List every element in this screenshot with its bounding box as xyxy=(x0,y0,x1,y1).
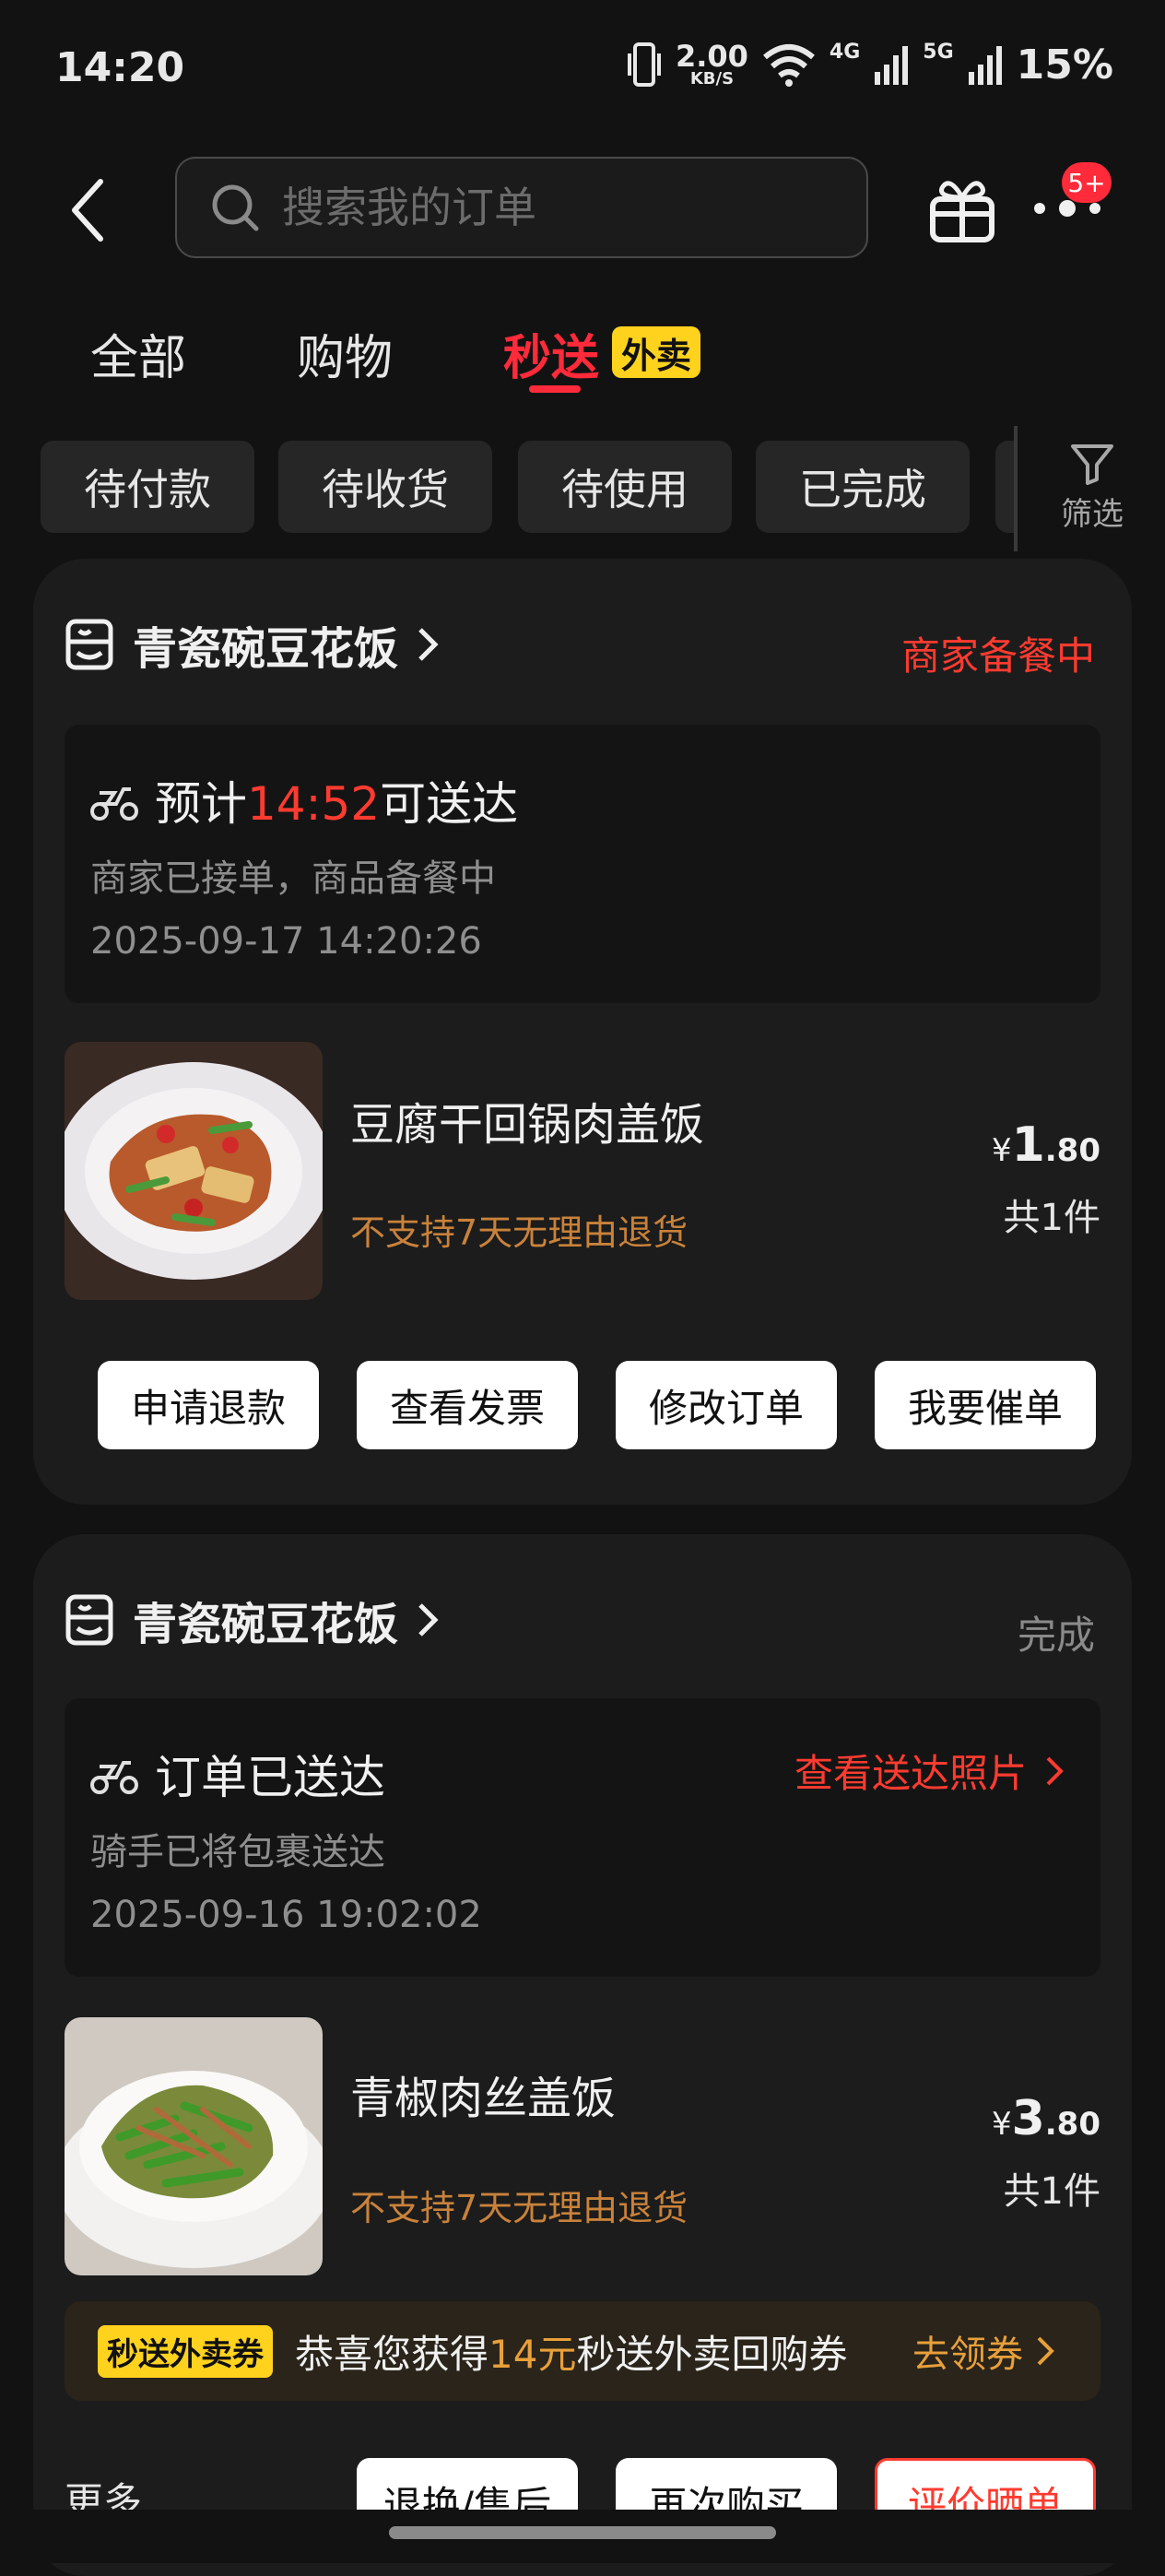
shop-link[interactable]: 青瓷碗豆花饭 xyxy=(65,612,439,677)
claim-coupon-label: 去领券 xyxy=(912,2334,1023,2376)
search-icon xyxy=(212,184,259,231)
tab-shopping[interactable]: 购物 xyxy=(297,319,393,388)
shop-icon xyxy=(65,619,113,670)
modify-order-button[interactable]: 修改订单 xyxy=(616,1361,837,1449)
eta-time: 14:52 xyxy=(247,777,381,831)
filter-pending-use[interactable]: 待使用 xyxy=(518,441,732,533)
chevron-right-icon xyxy=(418,628,439,661)
status-time: 14:20 xyxy=(55,44,185,91)
coupon-banner[interactable]: 秒送外卖券 恭喜您获得14元秒送外卖回购券 去领券 xyxy=(65,2301,1100,2401)
urge-order-button[interactable]: 我要催单 xyxy=(875,1361,1096,1449)
filter-pending-receipt[interactable]: 待收货 xyxy=(278,441,492,533)
view-delivery-photo-link[interactable]: 查看送达照片 xyxy=(794,1743,1064,1799)
shop-name: 青瓷碗豆花饭 xyxy=(133,1599,399,1650)
delivered-text: 订单已送达 xyxy=(155,1751,385,1804)
claim-coupon-button[interactable]: 去领券 xyxy=(912,2324,1054,2378)
chevron-right-icon xyxy=(418,1603,439,1637)
search-input[interactable] xyxy=(280,182,800,233)
delivery-substatus: 商家已接单，商品备餐中 xyxy=(90,857,496,900)
price-integer: 3 xyxy=(1011,2091,1045,2146)
product-price: ¥1.80 xyxy=(992,1117,1100,1173)
status-icons: 2.00 KB/S 4G 5G 15% xyxy=(626,41,1113,89)
currency-symbol: ¥ xyxy=(991,2106,1012,2143)
order-timestamp: 2025-09-17 14:20:26 xyxy=(90,920,482,963)
search-bar[interactable] xyxy=(175,157,868,258)
product-name[interactable]: 青椒肉丝盖饭 xyxy=(350,2062,616,2126)
coupon-text-suffix: 秒送外卖回购券 xyxy=(576,2331,848,2377)
signal-icon-2 xyxy=(968,46,1002,85)
view-delivery-photo-label: 查看送达照片 xyxy=(794,1751,1027,1796)
order-status: 商家备餐中 xyxy=(900,633,1095,679)
tab-instant-delivery[interactable]: 秒送 xyxy=(503,319,599,388)
tab-all[interactable]: 全部 xyxy=(90,319,186,388)
net-speed-value: 2.00 xyxy=(675,39,748,74)
back-button[interactable] xyxy=(65,173,111,247)
status-bar: 14:20 2.00 KB/S 4G 5G 15% xyxy=(0,0,1165,138)
product-image[interactable] xyxy=(65,2017,323,2275)
battery-level: 15% xyxy=(1016,41,1113,89)
return-policy-note: 不支持7天无理由退货 xyxy=(350,2188,688,2228)
shop-name: 青瓷碗豆花饭 xyxy=(133,623,399,675)
filter-label: 筛选 xyxy=(1061,496,1124,533)
return-policy-note: 不支持7天无理由退货 xyxy=(350,1212,688,1253)
price-integer: 1 xyxy=(1011,1117,1045,1173)
product-quantity: 共1件 xyxy=(1003,2170,1100,2213)
coupon-message: 恭喜您获得14元秒送外卖回购券 xyxy=(295,2323,847,2380)
delivery-substatus: 骑手已将包裹送达 xyxy=(90,1831,385,1873)
gift-button[interactable] xyxy=(925,171,999,245)
scooter-icon xyxy=(90,1761,138,1794)
order-status: 完成 xyxy=(1017,1613,1095,1658)
filter-pending-payment[interactable]: 待付款 xyxy=(41,441,254,533)
vibrate-icon xyxy=(627,42,661,87)
net-label-5g: 5G xyxy=(923,41,954,64)
notification-badge: 5+ xyxy=(1062,162,1112,203)
view-invoice-button[interactable]: 查看发票 xyxy=(357,1361,578,1449)
price-decimal: .80 xyxy=(1044,2106,1100,2143)
delivery-eta: 预计14:52可送达 xyxy=(88,767,518,833)
net-speed-unit: KB/S xyxy=(689,69,735,89)
food-plate-image xyxy=(65,1042,323,1300)
home-indicator[interactable] xyxy=(389,2526,776,2539)
filter-button[interactable]: 筛选 xyxy=(1051,443,1134,534)
filter-completed[interactable]: 已完成 xyxy=(756,441,970,533)
delivery-status: 订单已送达 xyxy=(88,1741,385,1807)
filter-divider xyxy=(1014,426,1018,551)
funnel-icon xyxy=(1071,444,1113,485)
coupon-amount: 14元 xyxy=(488,2331,577,2377)
coupon-tag: 秒送外卖券 xyxy=(98,2324,273,2378)
signal-icon-1 xyxy=(875,46,909,85)
takeout-tag: 外卖 xyxy=(612,326,701,378)
scooter-icon xyxy=(90,787,138,821)
net-speed: 2.00 KB/S xyxy=(676,41,748,88)
filter-chip-overflow xyxy=(995,441,1014,533)
gift-icon xyxy=(930,181,994,242)
chevron-left-icon xyxy=(72,179,103,242)
active-tab-indicator xyxy=(529,385,581,393)
eta-suffix: 可送达 xyxy=(380,777,519,831)
product-price: ¥3.80 xyxy=(992,2091,1100,2146)
product-image[interactable] xyxy=(65,1042,323,1300)
product-quantity: 共1件 xyxy=(1003,1197,1100,1239)
coupon-text-prefix: 恭喜您获得 xyxy=(295,2331,489,2377)
net-label-4g: 4G xyxy=(829,41,861,64)
shop-link[interactable]: 青瓷碗豆花饭 xyxy=(65,1588,439,1652)
chevron-right-icon xyxy=(1037,2336,1054,2366)
order-timestamp: 2025-09-16 19:02:02 xyxy=(90,1894,482,1936)
product-name[interactable]: 豆腐干回锅肉盖饭 xyxy=(350,1088,704,1152)
shop-icon xyxy=(65,1594,113,1646)
price-decimal: .80 xyxy=(1044,1132,1100,1169)
currency-symbol: ¥ xyxy=(991,1132,1012,1169)
wifi-icon xyxy=(762,44,815,87)
food-bowl-image xyxy=(65,2017,323,2275)
refund-button[interactable]: 申请退款 xyxy=(98,1361,319,1449)
eta-prefix: 预计 xyxy=(155,777,247,831)
chevron-right-icon xyxy=(1046,1756,1064,1785)
